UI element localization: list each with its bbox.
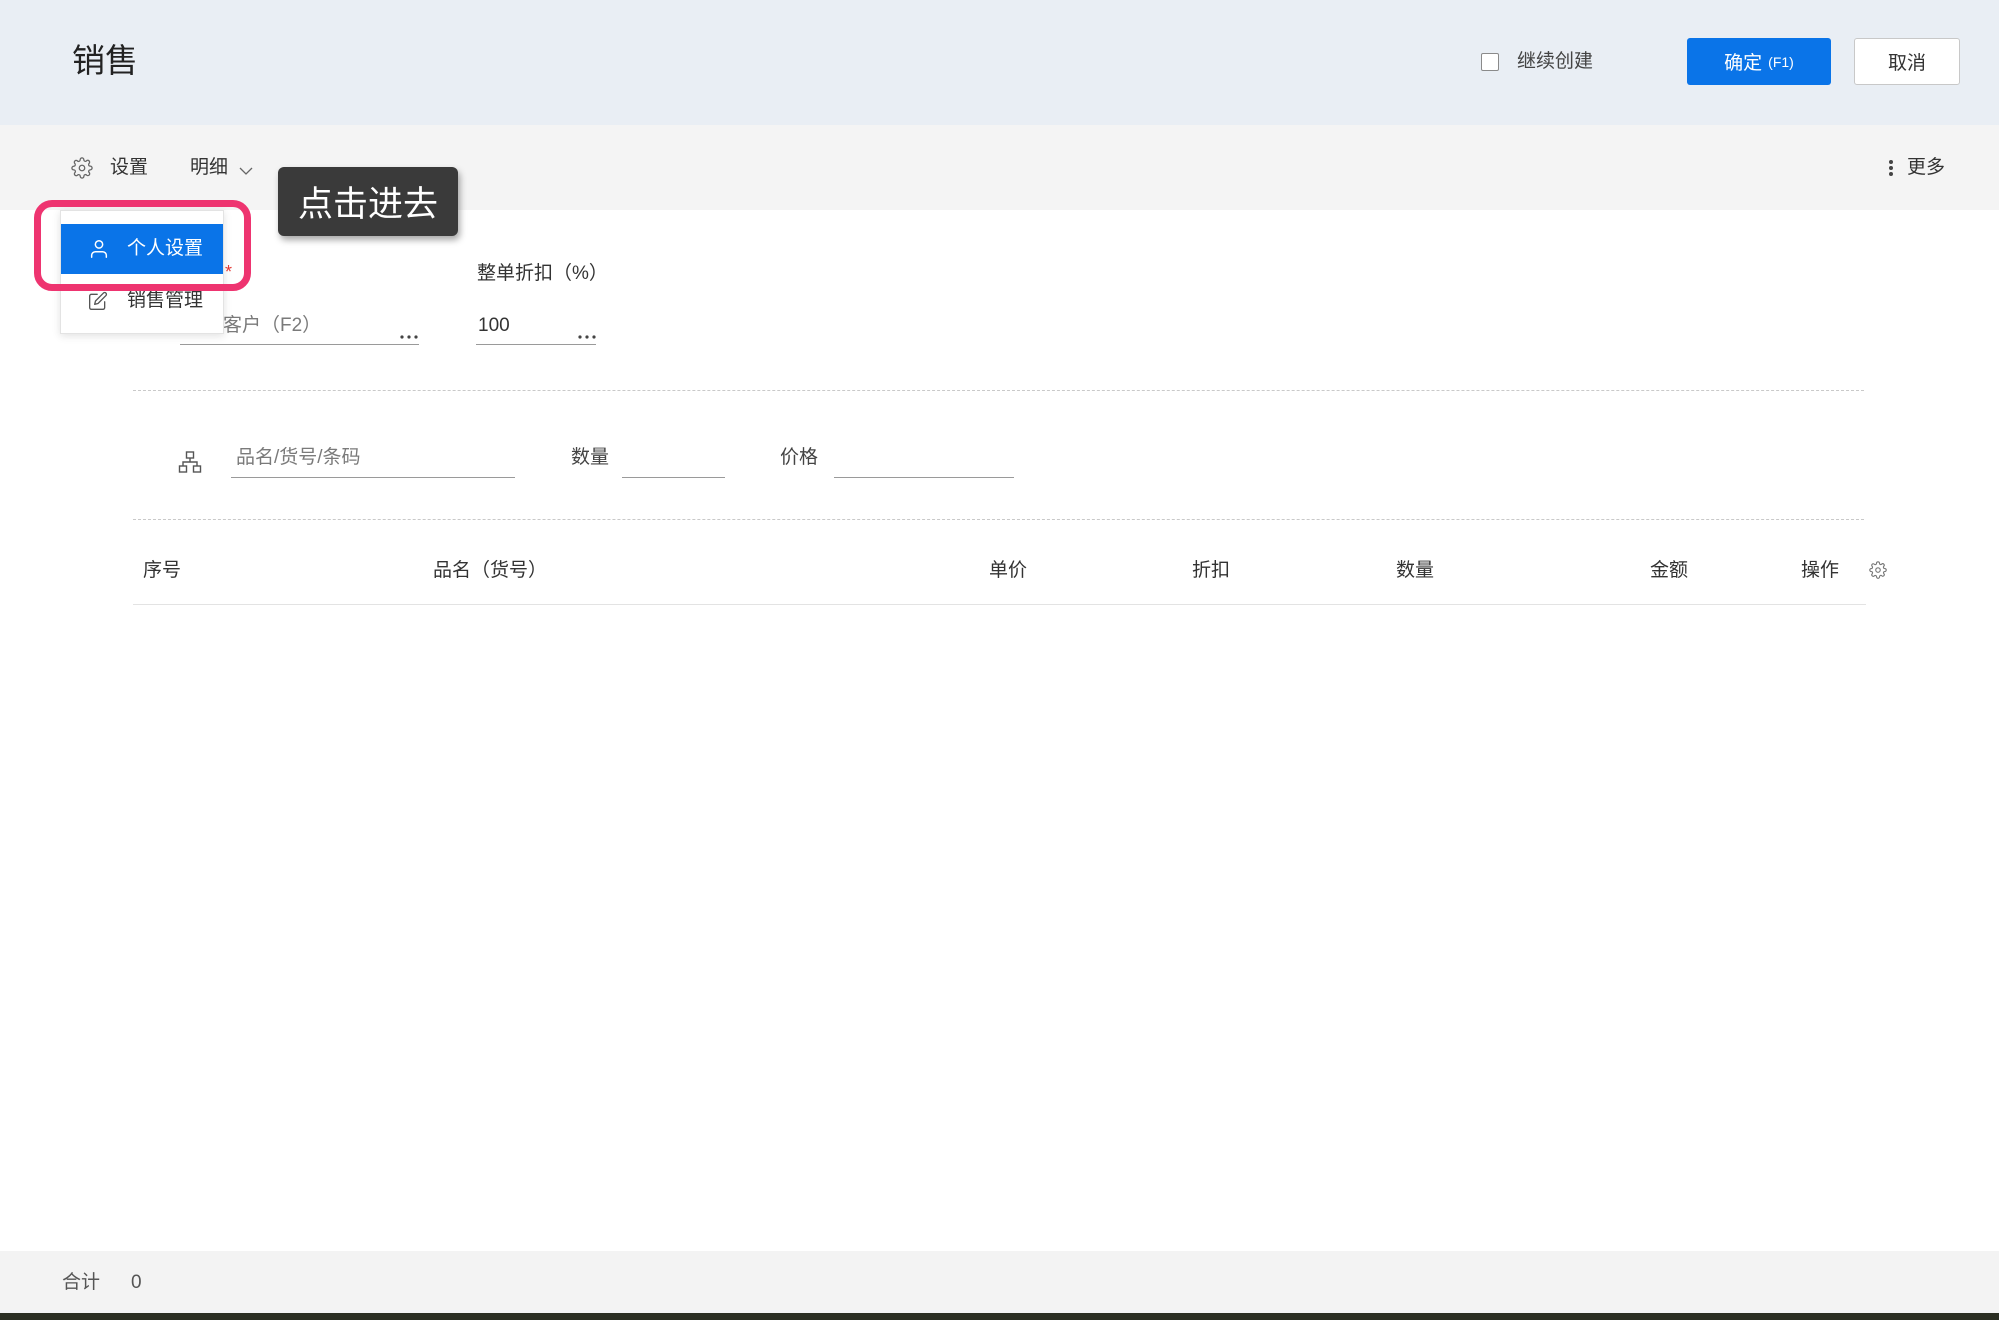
section-divider (133, 390, 1864, 391)
cancel-button-label: 取消 (1887, 53, 1926, 74)
table-header-divider (133, 604, 1866, 605)
discount-label: 整单折扣（%） (477, 263, 608, 284)
vertical-dots-icon[interactable] (1888, 158, 1894, 178)
required-mark: * (225, 262, 233, 282)
confirm-button-label: 确定 (1724, 53, 1763, 74)
column-header-quantity: 数量 (1396, 560, 1435, 581)
cancel-button[interactable]: 取消 (1854, 38, 1960, 85)
settings-menu-trigger[interactable]: 设置 (110, 155, 148, 181)
hierarchy-icon[interactable] (178, 450, 202, 474)
desktop-background-strip (0, 1313, 1999, 1320)
detail-menu-trigger[interactable]: 明细 (190, 155, 228, 181)
column-header-amount: 金额 (1650, 560, 1689, 581)
confirm-shortcut-hint: (F1) (1768, 53, 1794, 70)
totals-footer: 合计 0 (0, 1251, 1999, 1313)
column-header-product: 品名（货号） (433, 560, 548, 581)
continue-create-checkbox[interactable] (1481, 53, 1499, 71)
section-divider (133, 519, 1864, 520)
tooltip-text: 点击进去 (297, 185, 438, 224)
price-input[interactable] (834, 443, 1014, 478)
discount-value: 100 (478, 315, 510, 336)
column-header-index: 序号 (143, 560, 182, 581)
column-header-unit-price: 单价 (989, 560, 1028, 581)
confirm-button[interactable]: 确定 (F1) (1687, 38, 1831, 85)
edit-icon (88, 291, 108, 311)
menu-item-label: 销售管理 (127, 290, 204, 311)
discount-input[interactable]: 100 (476, 310, 596, 345)
customer-placeholder: 客户（F2） (223, 315, 322, 336)
menu-item-sales-management[interactable]: 销售管理 (61, 281, 223, 321)
user-icon (88, 238, 110, 260)
gear-icon[interactable] (1869, 561, 1887, 579)
page-title: 销售 (72, 42, 138, 79)
continue-create-label[interactable]: 继续创建 (1517, 49, 1593, 75)
column-header-actions: 操作 (1801, 560, 1840, 581)
total-value: 0 (131, 1272, 142, 1293)
total-label: 合计 (62, 1272, 101, 1293)
more-button[interactable]: 更多 (1907, 155, 1945, 181)
gear-icon[interactable] (71, 157, 93, 179)
menu-item-personal-settings[interactable]: 个人设置 (61, 224, 223, 274)
price-label: 价格 (780, 447, 819, 468)
chevron-down-icon[interactable] (239, 163, 253, 175)
instruction-tooltip: 点击进去 (278, 167, 458, 236)
quantity-label: 数量 (571, 447, 610, 468)
product-search-input[interactable]: 品名/货号/条码 (231, 443, 515, 478)
menu-item-label: 个人设置 (127, 238, 204, 259)
quantity-input[interactable] (622, 443, 725, 478)
ellipsis-icon[interactable] (578, 326, 596, 339)
settings-dropdown: 个人设置 销售管理 (60, 210, 224, 334)
product-search-placeholder: 品名/货号/条码 (236, 447, 361, 468)
page-header: 销售 继续创建 确定 (F1) 取消 (0, 0, 1999, 125)
ellipsis-icon[interactable] (400, 326, 418, 339)
column-header-discount: 折扣 (1192, 560, 1231, 581)
